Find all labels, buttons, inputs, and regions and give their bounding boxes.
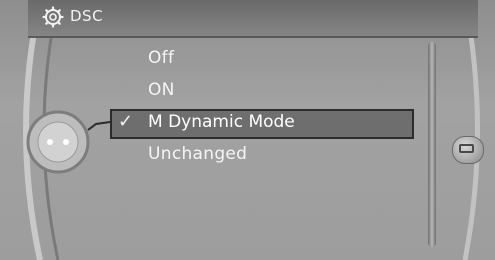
scrollbar[interactable] [428,42,436,247]
options-icon [459,144,474,153]
bezel-arc-right [462,0,480,260]
menu-item-unchanged[interactable]: Unchanged [148,144,247,164]
knob-dot-right [63,139,69,145]
check-icon: ✓ [118,111,134,132]
menu-item-label-selected: M Dynamic Mode [148,112,295,132]
menu-item-on[interactable]: ON [148,80,175,100]
idrive-screen: DSC Off ON ✓ M Dynamic Mode Unchanged [0,0,495,260]
menu-item-off[interactable]: Off [148,48,174,68]
page-title: DSC [70,7,104,25]
knob-dot-left [47,139,53,145]
gear-icon [42,6,64,28]
selection-connector [87,121,111,131]
controller-knob-center [37,121,79,163]
